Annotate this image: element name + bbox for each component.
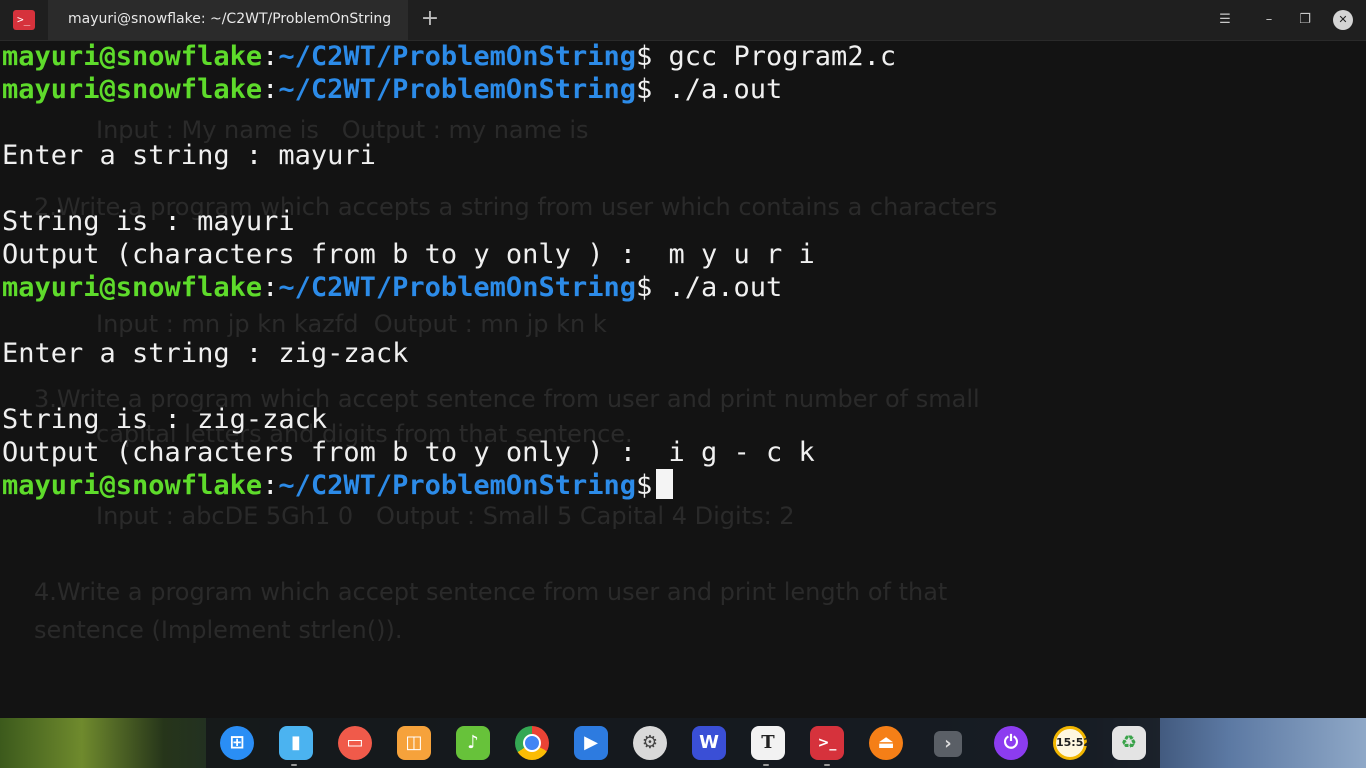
text-cursor[interactable] (656, 469, 674, 499)
command-text: gcc Program2.c (652, 41, 897, 72)
trash-icon[interactable]: ♻ (1112, 726, 1146, 760)
background-text: sentence (Implement strlen()). (34, 616, 403, 644)
chrome-icon[interactable] (515, 726, 549, 760)
clock-icon[interactable]: 15:52 (1053, 726, 1091, 760)
terminal-icon[interactable]: >_ (810, 726, 844, 760)
output-line: Enter a string : mayuri (2, 140, 376, 171)
menu-icon[interactable]: ☰ (1215, 10, 1235, 30)
title-bar: >_ mayuri@snowflake: ~/C2WT/ProblemOnStr… (0, 0, 1366, 41)
prompt-path: ~/C2WT/ProblemOnString (278, 470, 636, 501)
settings-icon[interactable]: ⚙ (633, 726, 667, 760)
output-line: String is : mayuri (2, 206, 295, 237)
prompt-line: mayuri@snowflake:~/C2WT/ProblemOnString$… (2, 271, 896, 304)
prompt-user: mayuri@snowflake (2, 41, 263, 72)
screen-recorder-icon[interactable]: ▭ (338, 726, 372, 760)
output-line: Enter a string : zig-zack (2, 338, 409, 369)
prompt-user: mayuri@snowflake (2, 74, 263, 105)
prompt-separator: : (262, 41, 279, 72)
terminal-output: mayuri@snowflake:~/C2WT/ProblemOnString$… (2, 40, 896, 502)
prompt-separator: : (262, 470, 279, 501)
prompt-path: ~/C2WT/ProblemOnString (278, 272, 636, 303)
prompt-dollar: $ (635, 74, 653, 105)
prompt-dollar: $ (635, 470, 653, 501)
prompt-dollar: $ (635, 41, 653, 72)
power-icon[interactable]: ⏻ (994, 726, 1028, 760)
close-button[interactable]: ✕ (1333, 10, 1353, 30)
prompt-dollar: $ (635, 272, 653, 303)
prompt-line: mayuri@snowflake:~/C2WT/ProblemOnString$… (2, 40, 896, 73)
prompt-separator: : (262, 74, 279, 105)
restore-button[interactable]: ❐ (1295, 10, 1315, 30)
video-player-icon[interactable]: ▶ (574, 726, 608, 760)
terminal-app-icon: >_ (13, 10, 35, 30)
tab-terminal[interactable]: mayuri@snowflake: ~/C2WT/ProblemOnString (48, 0, 408, 40)
text-editor-icon[interactable]: T (751, 726, 785, 760)
prompt-user: mayuri@snowflake (2, 470, 263, 501)
prompt-path: ~/C2WT/ProblemOnString (278, 74, 636, 105)
prompt-line: mayuri@snowflake:~/C2WT/ProblemOnString$… (2, 73, 896, 106)
command-text: ./a.out (652, 74, 783, 105)
media-player-icon[interactable]: ⏏ (869, 726, 903, 760)
launcher-icon[interactable]: ⊞ (220, 726, 254, 760)
running-indicator (763, 764, 769, 766)
running-indicator (824, 764, 830, 766)
new-tab-button[interactable]: + (416, 6, 444, 34)
background-text: Input : abcDE 5Gh1 0 Output : Small 5 Ca… (96, 502, 795, 530)
terminal-area[interactable]: Input : My name is Output : my name is 2… (0, 40, 1366, 718)
prompt-user: mayuri@snowflake (2, 272, 263, 303)
output-line: String is : zig-zack (2, 404, 328, 435)
file-manager-icon[interactable]: ▮ (279, 726, 313, 760)
command-text: ./a.out (652, 272, 783, 303)
dock: ⊞ ▮ ▭ ◫ ♪ ▶ ⚙ W T >_ ⏏ › ⏻ 15:52 ♻ (206, 718, 1160, 768)
tab-title: mayuri@snowflake: ~/C2WT/ProblemOnString (68, 11, 392, 27)
prompt-line: mayuri@snowflake:~/C2WT/ProblemOnString$ (2, 469, 896, 502)
background-text: 4.Write a program which accept sentence … (34, 578, 948, 606)
prompt-path: ~/C2WT/ProblemOnString (278, 41, 636, 72)
output-line: Output (characters from b to y only ) : … (2, 437, 815, 468)
music-icon[interactable]: ♪ (456, 726, 490, 760)
app-store-icon[interactable]: ◫ (397, 726, 431, 760)
running-indicator (291, 764, 297, 766)
wps-writer-icon[interactable]: W (692, 726, 726, 760)
output-line: Output (characters from b to y only ) : … (2, 239, 815, 270)
prompt-separator: : (262, 272, 279, 303)
expand-icon[interactable]: › (934, 731, 962, 757)
minimize-button[interactable]: – (1259, 10, 1279, 30)
